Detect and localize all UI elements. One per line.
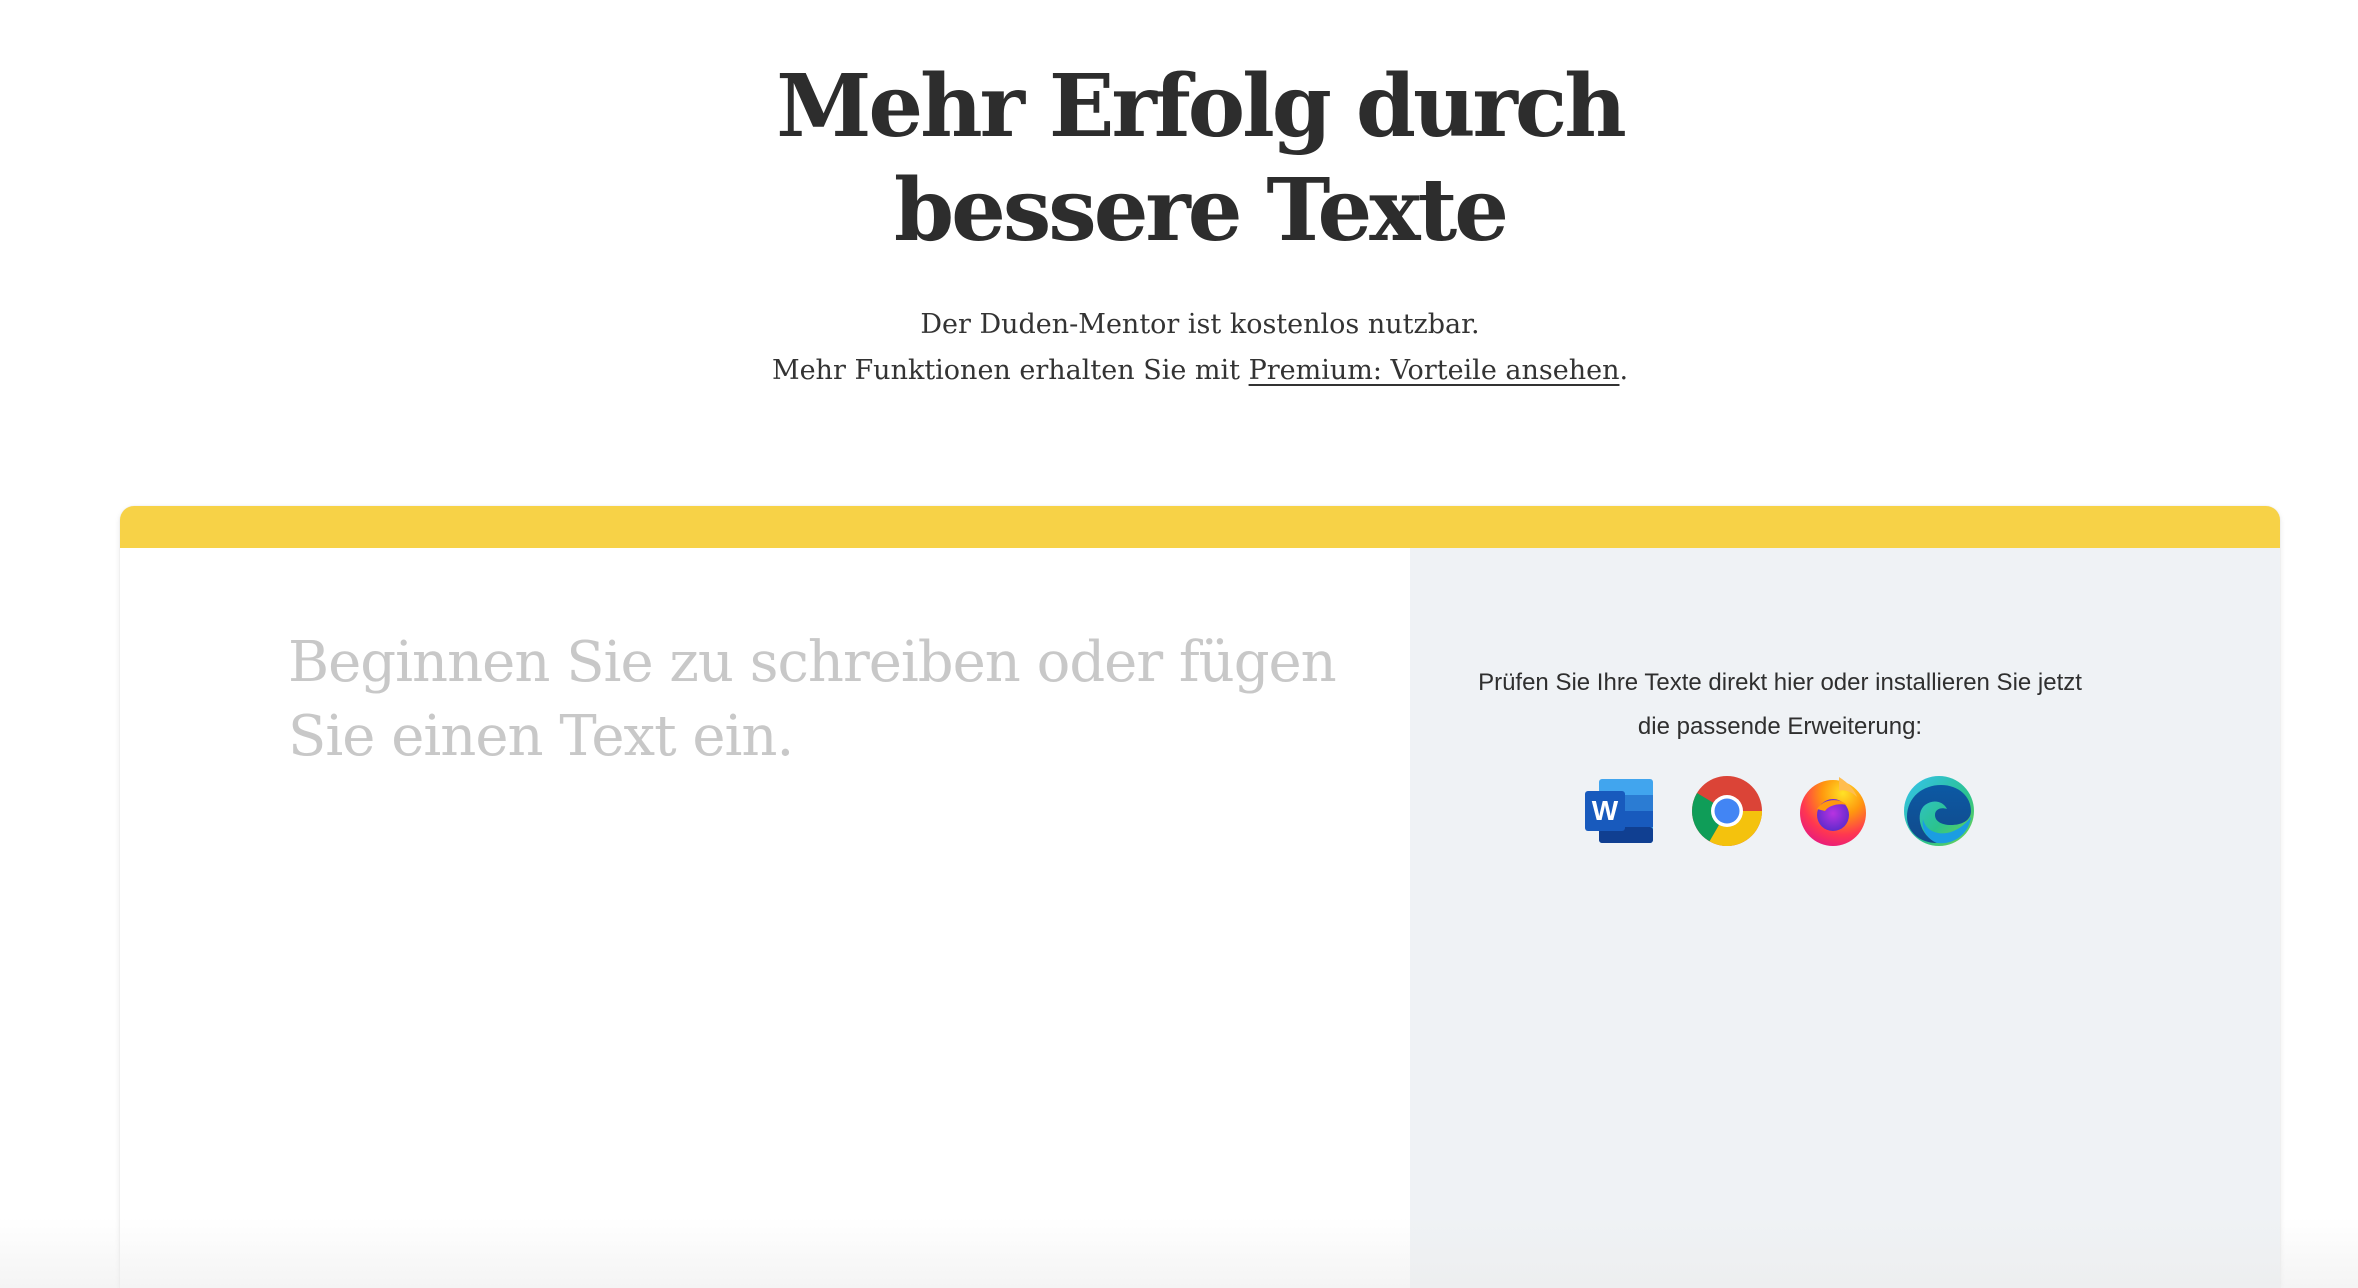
firefox-icon xyxy=(1800,777,1866,846)
chrome-icon xyxy=(1692,776,1762,846)
page-title-line-2: bessere Texte xyxy=(894,160,1509,261)
free-usage-note: Der Duden-Mentor ist kostenlos nutzbar. xyxy=(920,309,1480,340)
word-extension-link[interactable]: W xyxy=(1583,773,1659,849)
edge-icon xyxy=(1904,776,1974,846)
text-editor[interactable]: Beginnen Sie zu schreiben oder fügen Sie… xyxy=(120,548,1410,1288)
premium-note-prefix: Mehr Funktionen erhalten Sie mit xyxy=(771,355,1249,386)
premium-note-suffix: . xyxy=(1619,355,1629,386)
firefox-extension-link[interactable] xyxy=(1795,773,1871,849)
page-title-line-1: Mehr Erfolg durch xyxy=(776,56,1627,157)
word-icon-letter: W xyxy=(1592,795,1619,826)
extensions-info: Prüfen Sie Ihre Texte direkt hier oder i… xyxy=(1410,661,2150,749)
page-title: Mehr Erfolg durch bessere Texte xyxy=(0,55,2358,263)
premium-link[interactable]: Premium: Vorteile ansehen xyxy=(1249,355,1620,386)
hero-subtitle: Der Duden-Mentor ist kostenlos nutzbar. … xyxy=(0,302,2358,394)
premium-note: Mehr Funktionen erhalten Sie mit Premium… xyxy=(0,348,2358,394)
extension-links: W xyxy=(1410,773,2150,849)
text-check-card: Beginnen Sie zu schreiben oder fügen Sie… xyxy=(120,506,2280,1288)
extensions-info-line-2: die passende Erweiterung: xyxy=(1637,713,1923,740)
extensions-info-line-1: Prüfen Sie Ihre Texte direkt hier oder i… xyxy=(1478,669,2082,696)
chrome-extension-link[interactable] xyxy=(1689,773,1765,849)
card-accent-bar xyxy=(120,506,2280,548)
edge-extension-link[interactable] xyxy=(1901,773,1977,849)
editor-placeholder[interactable]: Beginnen Sie zu schreiben oder fügen Sie… xyxy=(288,626,1398,774)
word-icon: W xyxy=(1585,779,1653,843)
extensions-sidebar: Prüfen Sie Ihre Texte direkt hier oder i… xyxy=(1410,548,2280,1288)
